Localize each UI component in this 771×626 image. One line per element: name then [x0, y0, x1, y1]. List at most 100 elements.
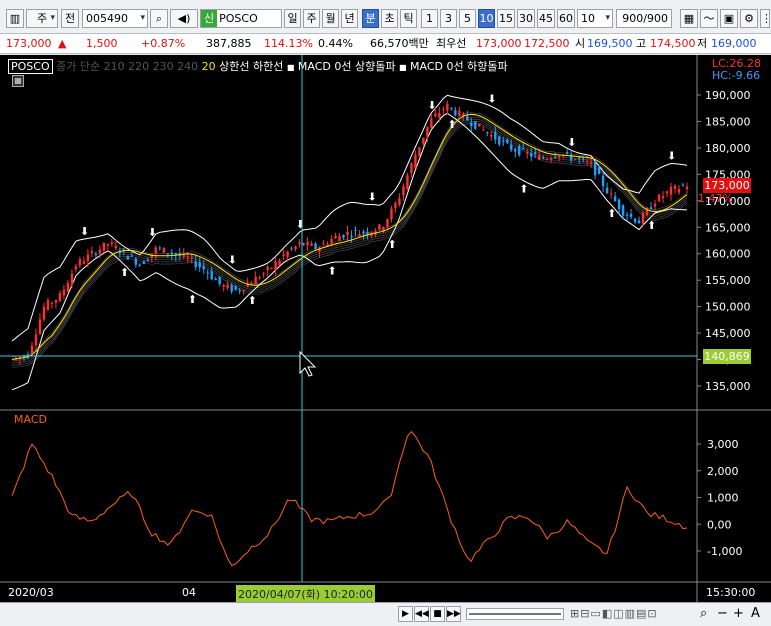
period-second[interactable]: 초	[381, 9, 398, 28]
count-input[interactable]: 900/900	[616, 9, 672, 28]
candle-body	[522, 148, 525, 150]
interval-select[interactable]: 10	[577, 9, 613, 28]
candle-body	[434, 113, 437, 117]
candle-body	[657, 194, 661, 202]
period-year[interactable]: 년	[341, 9, 358, 28]
interval-10[interactable]: 10	[478, 9, 495, 28]
zoom-in-button[interactable]: +	[733, 606, 744, 622]
stock-name-field[interactable]: 신 POSCO	[200, 9, 282, 28]
candle-body	[138, 264, 142, 266]
macd-tick-label: 2,000	[707, 465, 739, 478]
high-label: 고	[636, 37, 647, 50]
macd-label: MACD	[14, 413, 47, 426]
zoom-out-button[interactable]: −	[717, 606, 728, 622]
low-label: 저	[697, 37, 708, 50]
candle-body	[126, 255, 130, 260]
first-icon[interactable]: ◀◀	[414, 606, 429, 622]
candle-body	[553, 156, 557, 158]
interval-5[interactable]: 5	[459, 9, 476, 28]
chart-canvas[interactable]: 190,000185,000180,000175,000170,000165,0…	[0, 55, 771, 602]
scroll-right-icon[interactable]: ▶	[398, 606, 413, 622]
candle-body	[589, 161, 593, 164]
candle-body	[677, 188, 681, 193]
candle-body	[550, 158, 553, 160]
interval-15[interactable]: 15	[497, 9, 515, 28]
search-icon[interactable]: ⌕	[150, 9, 168, 28]
speaker-icon[interactable]: ◀)	[170, 9, 198, 28]
candle-body	[66, 283, 70, 292]
signal-down-arrow: ⬇	[487, 92, 496, 105]
candle-body	[506, 139, 509, 143]
candle-body	[162, 247, 165, 253]
trend-icon[interactable]: 〜	[700, 9, 718, 28]
stock-code-input[interactable]: 005490	[82, 9, 148, 28]
trade-amount: 66,570백만	[370, 37, 429, 50]
candle-body	[230, 285, 233, 292]
signal-down-arrow: ⬇	[296, 218, 305, 231]
chart-area[interactable]: 190,000 185,000 180,000 175,000 170,000 165,0…	[0, 55, 771, 603]
period-second-label: 초	[384, 12, 395, 25]
candle-body	[534, 152, 537, 155]
period-minute[interactable]: 분	[362, 9, 379, 28]
macd-tick-label: 3,000	[707, 438, 739, 451]
candle-body	[510, 144, 513, 150]
interval-5-label: 5	[464, 12, 471, 25]
interval-45-label: 45	[539, 12, 553, 25]
chart-window: ▥ 주 전 005490 ⌕ ◀) 신POSCO 일 주 월 년 분 초 틱 1…	[0, 0, 771, 626]
interval-60[interactable]: 60	[557, 9, 575, 28]
candle-body	[306, 241, 309, 245]
zoom-search-icon[interactable]: ⌕	[700, 606, 707, 622]
candle-body	[326, 244, 329, 246]
volume-ratio: 114.13%	[264, 37, 313, 50]
candle-body	[394, 203, 397, 209]
settings-icon[interactable]: ⚙	[740, 9, 758, 28]
candle-body	[518, 145, 521, 155]
quote-bar: 173,000 ▲ 1,500 +0.87% 387,885 114.13% 0…	[0, 34, 771, 54]
new-tag: 신	[201, 10, 218, 27]
table-toggle-icon[interactable]: ▦	[12, 75, 24, 87]
candle-body	[494, 131, 497, 140]
crosshair-price-tag: 140,869	[703, 349, 751, 364]
candle-body	[134, 258, 138, 265]
drawing-tools[interactable]: ⊞⊟▭◧◫▥▤⊡	[570, 606, 694, 622]
candle-body	[450, 107, 453, 109]
candle-body	[302, 243, 305, 245]
candle-body	[362, 231, 365, 234]
scroll-slider[interactable]	[466, 608, 564, 620]
save-icon[interactable]: ▣	[720, 9, 738, 28]
period-month-label: 월	[325, 12, 336, 25]
candle-body	[597, 167, 601, 175]
signal-down-arrow: ⬇	[427, 99, 436, 112]
candle-body	[358, 234, 361, 237]
candle-body	[226, 284, 229, 288]
last-icon[interactable]: ▶▶	[446, 606, 461, 622]
grid-icon[interactable]: ▦	[680, 9, 698, 28]
interval-1[interactable]: 1	[421, 9, 438, 28]
candle-body	[681, 184, 685, 186]
interval-45[interactable]: 45	[537, 9, 555, 28]
price-tick-label: 145,000	[705, 327, 751, 340]
candle-body	[274, 261, 277, 271]
candle-body	[542, 157, 545, 159]
signal-down-arrow: ⬇	[667, 150, 676, 163]
period-day[interactable]: 일	[284, 9, 301, 28]
period-week[interactable]: 주	[303, 9, 320, 28]
candle-body	[538, 155, 541, 160]
stop-icon[interactable]: ■	[430, 606, 445, 622]
candle-body	[38, 319, 42, 334]
font-size-button[interactable]: A	[751, 606, 760, 622]
more-icon[interactable]: ⋮	[760, 9, 770, 28]
candle-body	[142, 261, 146, 264]
jeon-button[interactable]: 전	[61, 9, 79, 28]
interval-3[interactable]: 3	[440, 9, 457, 28]
chart-type-icon[interactable]: ▥	[6, 9, 24, 28]
period-month[interactable]: 월	[322, 9, 339, 28]
interval-30[interactable]: 30	[517, 9, 535, 28]
candle-body	[398, 198, 401, 205]
candle-body	[470, 122, 473, 127]
time-end: 15:30:00	[706, 586, 756, 599]
market-select[interactable]: 주	[26, 9, 58, 28]
candle-body	[130, 255, 134, 257]
ma-fan-line	[11, 112, 688, 358]
period-tick[interactable]: 틱	[400, 9, 417, 28]
